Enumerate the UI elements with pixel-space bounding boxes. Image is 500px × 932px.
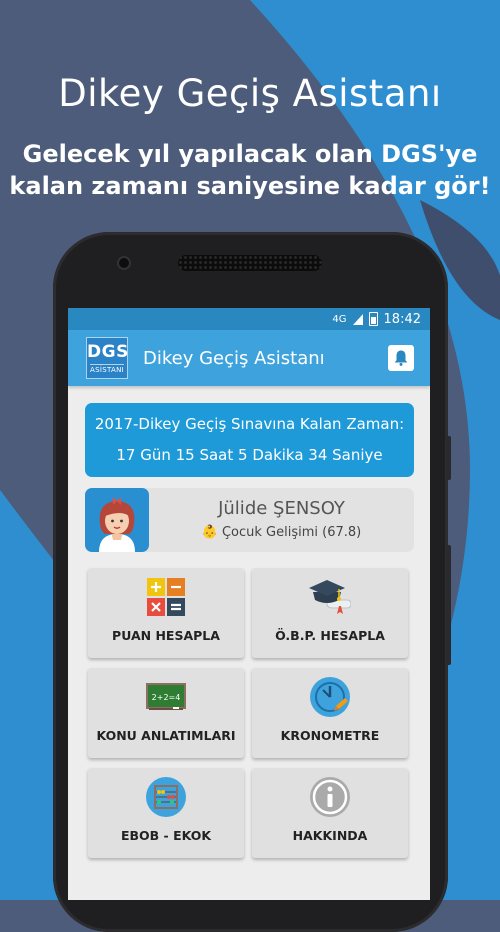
tile-label: PUAN HESAPLA xyxy=(112,628,220,643)
chalkboard-icon: 2+2=4 xyxy=(146,683,186,710)
puan-hesapla-button[interactable]: PUAN HESAPLA xyxy=(88,568,244,658)
tile-label: KONU ANLATIMLARI xyxy=(96,728,236,743)
graduation-cap-icon xyxy=(309,580,351,614)
app-screen: 4G 18:42 DGS ASİSTANI Dikey Geçiş Asista… xyxy=(68,308,430,900)
app-bar: DGS ASİSTANI Dikey Geçiş Asistanı xyxy=(68,330,430,386)
abacus-icon xyxy=(146,777,186,817)
phone-power-button xyxy=(446,545,451,665)
tile-label: EBOB - EKOK xyxy=(120,828,212,843)
earpiece-speaker xyxy=(178,255,322,271)
signal-icon xyxy=(352,313,363,325)
user-department: 👶 Çocuk Gelişimi (67.8) xyxy=(149,525,414,540)
tile-label: KRONOMETRE xyxy=(280,728,380,743)
tile-label: HAKKINDA xyxy=(292,828,368,843)
countdown-title: 2017-Dikey Geçiş Sınavına Kalan Zaman: xyxy=(94,415,405,433)
svg-text:2+2=4: 2+2=4 xyxy=(152,693,181,702)
status-bar: 4G 18:42 xyxy=(68,308,430,330)
profile-card[interactable]: Jülide ŞENSOY 👶 Çocuk Gelişimi (67.8) xyxy=(85,488,414,552)
obp-hesapla-button[interactable]: Ö.B.P. HESAPLA xyxy=(252,568,408,658)
status-time: 18:42 xyxy=(383,311,421,327)
tagline-line-1: Gelecek yıl yapılacak olan DGS'ye xyxy=(22,140,478,168)
hakkinda-button[interactable]: HAKKINDA xyxy=(252,768,408,858)
girl-avatar-icon xyxy=(99,497,135,552)
network-indicator: 4G xyxy=(332,313,347,325)
logo-subtext: ASİSTANI xyxy=(90,364,124,374)
kronometre-button[interactable]: KRONOMETRE xyxy=(252,668,408,758)
battery-icon xyxy=(368,312,378,326)
department-text: Çocuk Gelişimi (67.8) xyxy=(221,525,362,540)
promo-headline: Dikey Geçiş Asistanı xyxy=(58,72,442,115)
avatar xyxy=(85,488,149,552)
user-name: Jülide ŞENSOY xyxy=(218,498,345,519)
promo-tagline: Gelecek yıl yapılacak olan DGS'ye kalan … xyxy=(0,138,500,202)
notifications-button[interactable] xyxy=(388,345,414,371)
tagline-line-2: kalan zamanı saniyesine kadar gör! xyxy=(9,172,491,200)
konu-anlatimlari-button[interactable]: 2+2=4 KONU ANLATIMLARI xyxy=(88,668,244,758)
info-icon xyxy=(310,777,350,817)
front-camera xyxy=(117,256,131,270)
calculator-icon xyxy=(147,578,185,616)
tile-label: Ö.B.P. HESAPLA xyxy=(275,628,385,643)
app-title: Dikey Geçiş Asistanı xyxy=(143,347,325,369)
countdown-remaining: 17 Gün 15 Saat 5 Dakika 34 Saniye xyxy=(116,446,383,464)
bell-icon xyxy=(394,350,408,366)
stopwatch-icon xyxy=(310,677,350,717)
logo-text: DGS xyxy=(87,342,129,362)
baby-icon: 👶 xyxy=(201,525,218,540)
phone-volume-button xyxy=(446,436,451,480)
countdown-card: 2017-Dikey Geçiş Sınavına Kalan Zaman: 1… xyxy=(85,403,414,477)
app-logo: DGS ASİSTANI xyxy=(86,337,128,379)
ebob-ekok-button[interactable]: EBOB - EKOK xyxy=(88,768,244,858)
